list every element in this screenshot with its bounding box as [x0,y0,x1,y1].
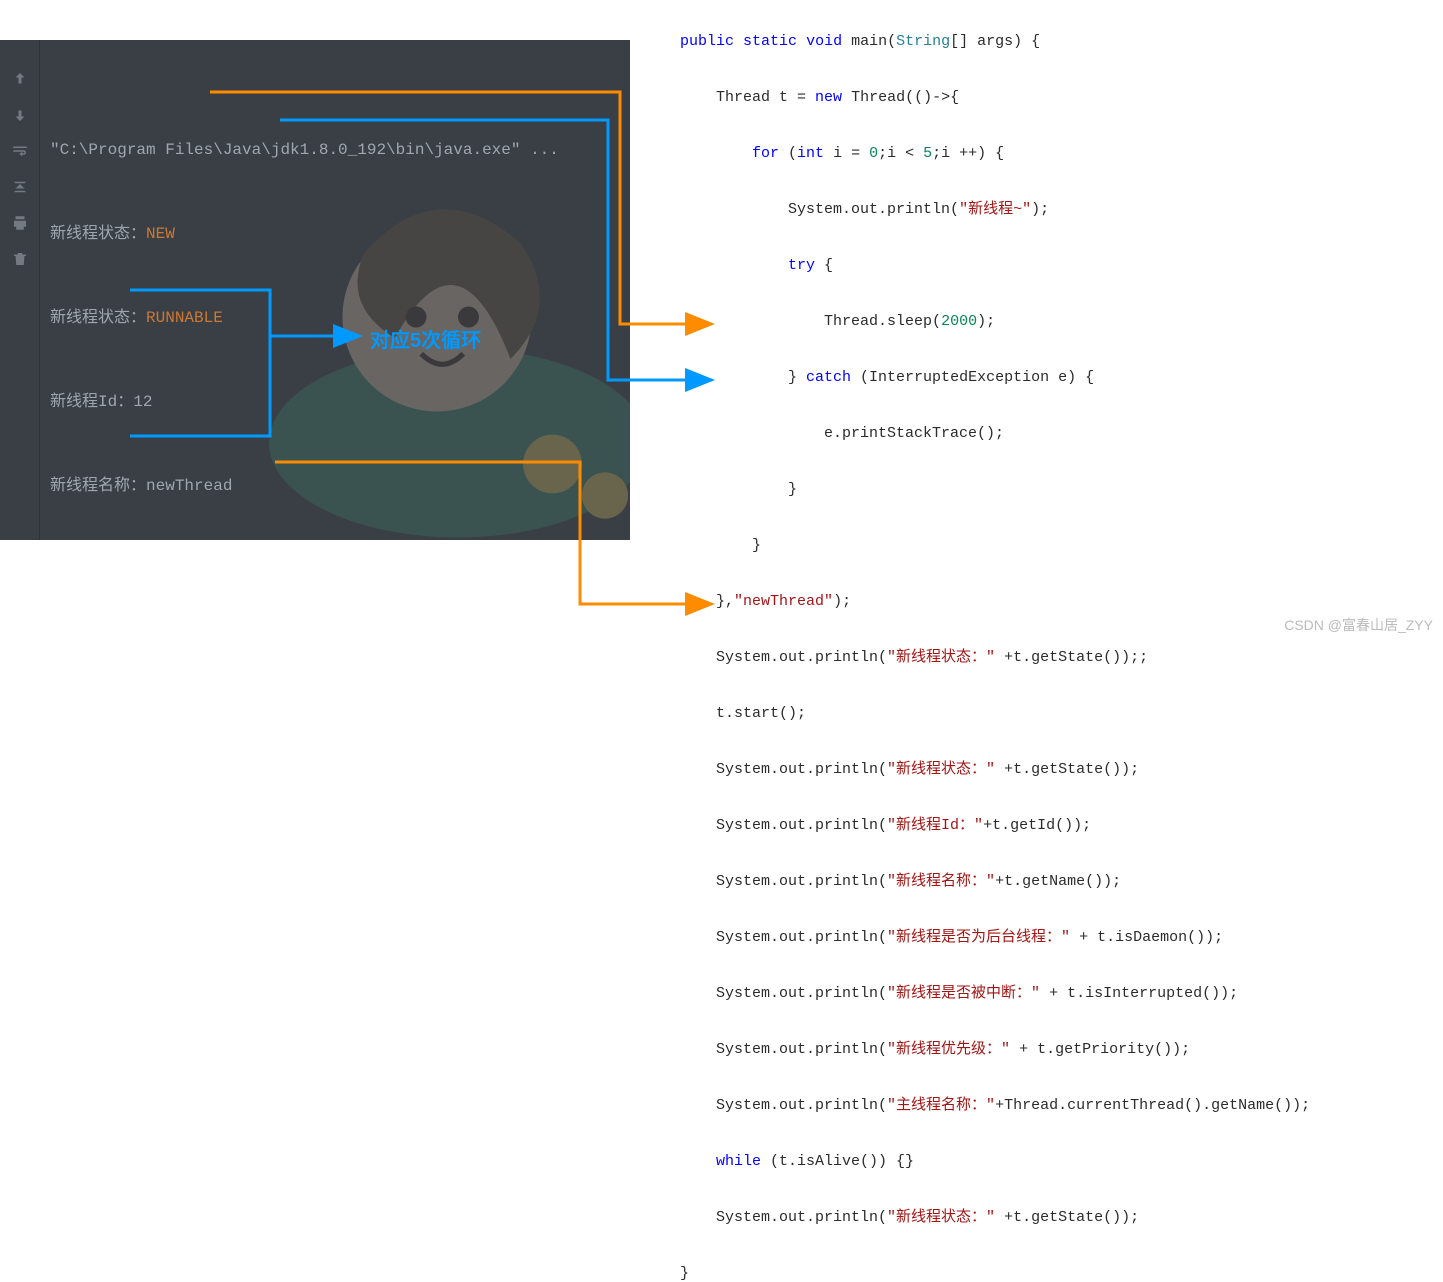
trash-icon[interactable] [9,250,31,268]
code-line-23: } [680,1260,1310,1282]
state-new-value: NEW [146,225,175,243]
code-line-5: try { [680,252,1310,280]
code-line-8: e.printStackTrace(); [680,420,1310,448]
code-line-2: Thread t = new Thread(()->{ [680,84,1310,112]
console-output[interactable]: "C:\Program Files\Java\jdk1.8.0_192\bin\… [40,40,630,540]
console-cmd-line: "C:\Program Files\Java\jdk1.8.0_192\bin\… [50,136,620,164]
code-line-16: System.out.println("新线程名称："+t.getName())… [680,868,1310,896]
code-line-13: t.start(); [680,700,1310,728]
code-line-4: System.out.println("新线程~"); [680,196,1310,224]
code-editor[interactable]: public static void main(String[] args) {… [680,0,1310,1282]
console-panel: "C:\Program Files\Java\jdk1.8.0_192\bin\… [0,40,630,540]
code-line-15: System.out.println("新线程Id："+t.getId()); [680,812,1310,840]
arrow-down-icon[interactable] [9,106,31,124]
code-line-11: },"newThread"); [680,588,1310,616]
console-line-new: 新线程状态：NEW [50,220,620,248]
scroll-to-end-icon[interactable] [9,178,31,196]
code-line-22: System.out.println("新线程状态：" +t.getState(… [680,1204,1310,1232]
code-line-10: } [680,532,1310,560]
name-label: 新线程名称： [50,477,146,495]
code-line-7: } catch (InterruptedException e) { [680,364,1310,392]
arrow-up-icon[interactable] [9,70,31,88]
code-line-14: System.out.println("新线程状态：" +t.getState(… [680,756,1310,784]
loop-annotation-label: 对应5次循环 [370,324,481,353]
code-line-18: System.out.println("新线程是否被中断：" + t.isInt… [680,980,1310,1008]
code-line-17: System.out.println("新线程是否为后台线程：" + t.isD… [680,924,1310,952]
console-cmd: "C:\Program Files\Java\jdk1.8.0_192\bin\… [50,141,559,159]
console-line-id: 新线程Id：12 [50,388,620,416]
code-line-6: Thread.sleep(2000); [680,308,1310,336]
id-value: 12 [133,393,152,411]
state-runnable-value: RUNNABLE [146,309,223,327]
code-line-21: while (t.isAlive()) {} [680,1148,1310,1176]
code-line-3: for (int i = 0;i < 5;i ++) { [680,140,1310,168]
state-runnable-label: 新线程状态： [50,309,146,327]
code-line-12: System.out.println("新线程状态：" +t.getState(… [680,644,1310,672]
watermark: CSDN @富春山居_ZYY [1284,615,1433,635]
console-line-name: 新线程名称：newThread [50,472,620,500]
wrap-icon[interactable] [9,142,31,160]
print-icon[interactable] [9,214,31,232]
id-label: 新线程Id： [50,393,133,411]
console-gutter [0,40,40,540]
state-new-label: 新线程状态： [50,225,146,243]
code-line-19: System.out.println("新线程优先级：" + t.getPrio… [680,1036,1310,1064]
code-line-20: System.out.println("主线程名称："+Thread.curre… [680,1092,1310,1120]
code-line-9: } [680,476,1310,504]
code-line-1: public static void main(String[] args) { [680,28,1310,56]
console-line-runnable: 新线程状态：RUNNABLE [50,304,620,332]
name-value: newThread [146,477,232,495]
